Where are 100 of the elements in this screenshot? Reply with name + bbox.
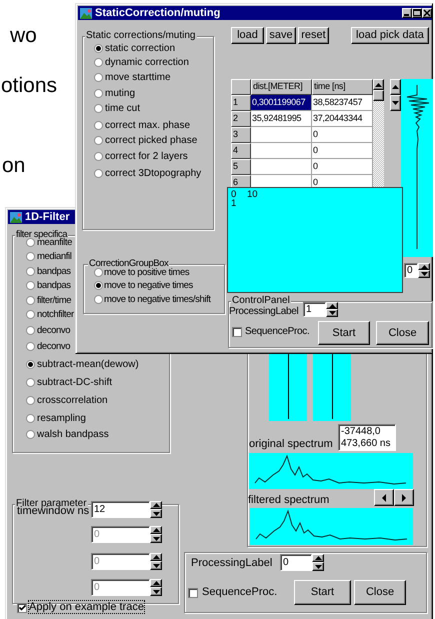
- spin-up-button[interactable]: [150, 553, 162, 561]
- group-label: Static corrections/muting: [85, 30, 196, 41]
- radio-label[interactable]: bandpas: [37, 280, 71, 292]
- spin-field[interactable]: 0: [280, 554, 312, 571]
- radio-button[interactable]: [26, 252, 35, 261]
- radio-button[interactable]: [26, 378, 35, 387]
- radio-button[interactable]: [94, 121, 103, 130]
- radio-label[interactable]: muting: [105, 88, 136, 100]
- row-header[interactable]: 4: [231, 143, 251, 159]
- radio-label[interactable]: dynamic correction: [105, 57, 189, 69]
- radio-button[interactable]: [26, 342, 35, 351]
- column-header[interactable]: time [ns]: [312, 79, 373, 95]
- spin-up-button[interactable]: [150, 501, 162, 509]
- readout-text: 473,660 ns: [341, 438, 392, 450]
- radio-label[interactable]: filter/time: [37, 295, 72, 307]
- radio-label[interactable]: correct 3Dtopography: [105, 168, 202, 180]
- radio-label[interactable]: meanfilte: [37, 237, 72, 249]
- maximize-button[interactable]: [412, 8, 422, 18]
- radio-button[interactable]: [26, 281, 35, 290]
- radio-button[interactable]: [94, 58, 103, 67]
- close-button[interactable]: [422, 8, 432, 18]
- row-header[interactable]: 5: [231, 159, 251, 175]
- radio-button[interactable]: [94, 89, 103, 98]
- scroll-up-button[interactable]: [373, 79, 384, 90]
- push-button[interactable]: load: [231, 27, 264, 44]
- spin-field[interactable]: 0: [404, 263, 418, 278]
- radio-label[interactable]: correct for 2 layers: [105, 151, 188, 163]
- spin-down-button[interactable]: [312, 562, 324, 571]
- table-cell: 0: [312, 159, 373, 175]
- checkbox[interactable]: [232, 327, 242, 337]
- up-arrow-icon: [420, 264, 428, 268]
- radio-label[interactable]: subtract-mean(dewow): [37, 359, 139, 371]
- radio-label[interactable]: deconvo: [37, 341, 70, 353]
- push-button[interactable]: reset: [298, 27, 329, 44]
- radio-button[interactable]: [26, 360, 35, 369]
- radio-button[interactable]: [26, 238, 35, 247]
- push-button[interactable]: save: [266, 27, 296, 44]
- radio-button[interactable]: [94, 73, 103, 82]
- radio-button[interactable]: [94, 281, 103, 290]
- spin-up-button[interactable]: [150, 579, 162, 587]
- radio-label[interactable]: medianfil: [37, 251, 72, 263]
- radio-button[interactable]: [26, 396, 35, 405]
- radio-button[interactable]: [26, 267, 35, 276]
- spin-field[interactable]: 1: [303, 302, 326, 317]
- radio-label[interactable]: move to negative times/shift: [104, 294, 211, 306]
- radio-button[interactable]: [26, 430, 35, 439]
- checkbox[interactable]: [17, 603, 27, 613]
- up-arrow-icon: [328, 304, 336, 308]
- radio-button[interactable]: [94, 268, 103, 277]
- radio-label[interactable]: static correction: [105, 43, 176, 55]
- radio-button[interactable]: [26, 310, 35, 319]
- push-button[interactable]: Close: [354, 580, 406, 605]
- radio-button[interactable]: [94, 104, 103, 113]
- radio-button[interactable]: [26, 326, 35, 335]
- radio-label[interactable]: deconvo: [37, 325, 70, 337]
- spin-up-button[interactable]: [312, 554, 324, 562]
- row-header[interactable]: 2: [231, 111, 251, 127]
- radio-label[interactable]: notchfilter: [37, 309, 74, 321]
- row-header[interactable]: 1: [231, 95, 251, 111]
- scrollbar-thumb[interactable]: [373, 90, 384, 101]
- radio-button[interactable]: [94, 169, 103, 178]
- radio-label[interactable]: time cut: [105, 103, 140, 115]
- radio-label[interactable]: bandpas: [37, 266, 71, 278]
- spin-field[interactable]: 12: [91, 501, 150, 518]
- spin-down-button[interactable]: [150, 587, 162, 596]
- push-button[interactable]: Start: [318, 321, 370, 345]
- row-header[interactable]: 3: [231, 127, 251, 143]
- checkbox[interactable]: [188, 588, 198, 598]
- spin-down-button[interactable]: [150, 561, 162, 570]
- column-header[interactable]: dist.[METER]: [251, 79, 312, 95]
- radio-label[interactable]: move starttime: [105, 72, 171, 84]
- radio-button[interactable]: [94, 136, 103, 145]
- spin-up-button[interactable]: [418, 263, 430, 270]
- radio-label[interactable]: resampling: [37, 413, 86, 425]
- radio-label[interactable]: crosscorrelation: [37, 395, 108, 407]
- radio-label[interactable]: move to negative times: [104, 280, 193, 292]
- spin-down-button[interactable]: [150, 509, 162, 518]
- radio-button[interactable]: [94, 295, 103, 304]
- radio-label[interactable]: move to positive times: [104, 267, 190, 279]
- close-icon: [423, 9, 431, 17]
- push-button[interactable]: load pick data: [351, 27, 429, 44]
- push-button[interactable]: Start: [294, 580, 351, 605]
- radio-label[interactable]: subtract-DC-shift: [37, 377, 112, 389]
- spin-up-button[interactable]: [390, 79, 401, 95]
- spin-down-button[interactable]: [150, 534, 162, 543]
- checkbox-label[interactable]: Apply on example trace: [29, 601, 144, 613]
- radio-button[interactable]: [26, 414, 35, 423]
- radio-label[interactable]: walsh bandpass: [37, 429, 109, 441]
- minimize-button[interactable]: [402, 8, 412, 18]
- radio-button[interactable]: [94, 152, 103, 161]
- spin-up-button[interactable]: [326, 302, 338, 309]
- radio-button[interactable]: [26, 296, 35, 305]
- spin-up-button[interactable]: [150, 526, 162, 534]
- push-button[interactable]: Close: [376, 321, 429, 345]
- radio-label[interactable]: correct max. phase: [105, 120, 190, 132]
- radio-button[interactable]: [94, 44, 103, 53]
- previous-button[interactable]: [374, 489, 394, 506]
- radio-label[interactable]: correct picked phase: [105, 135, 198, 147]
- spin-down-button[interactable]: [390, 95, 401, 111]
- next-button[interactable]: [394, 489, 414, 506]
